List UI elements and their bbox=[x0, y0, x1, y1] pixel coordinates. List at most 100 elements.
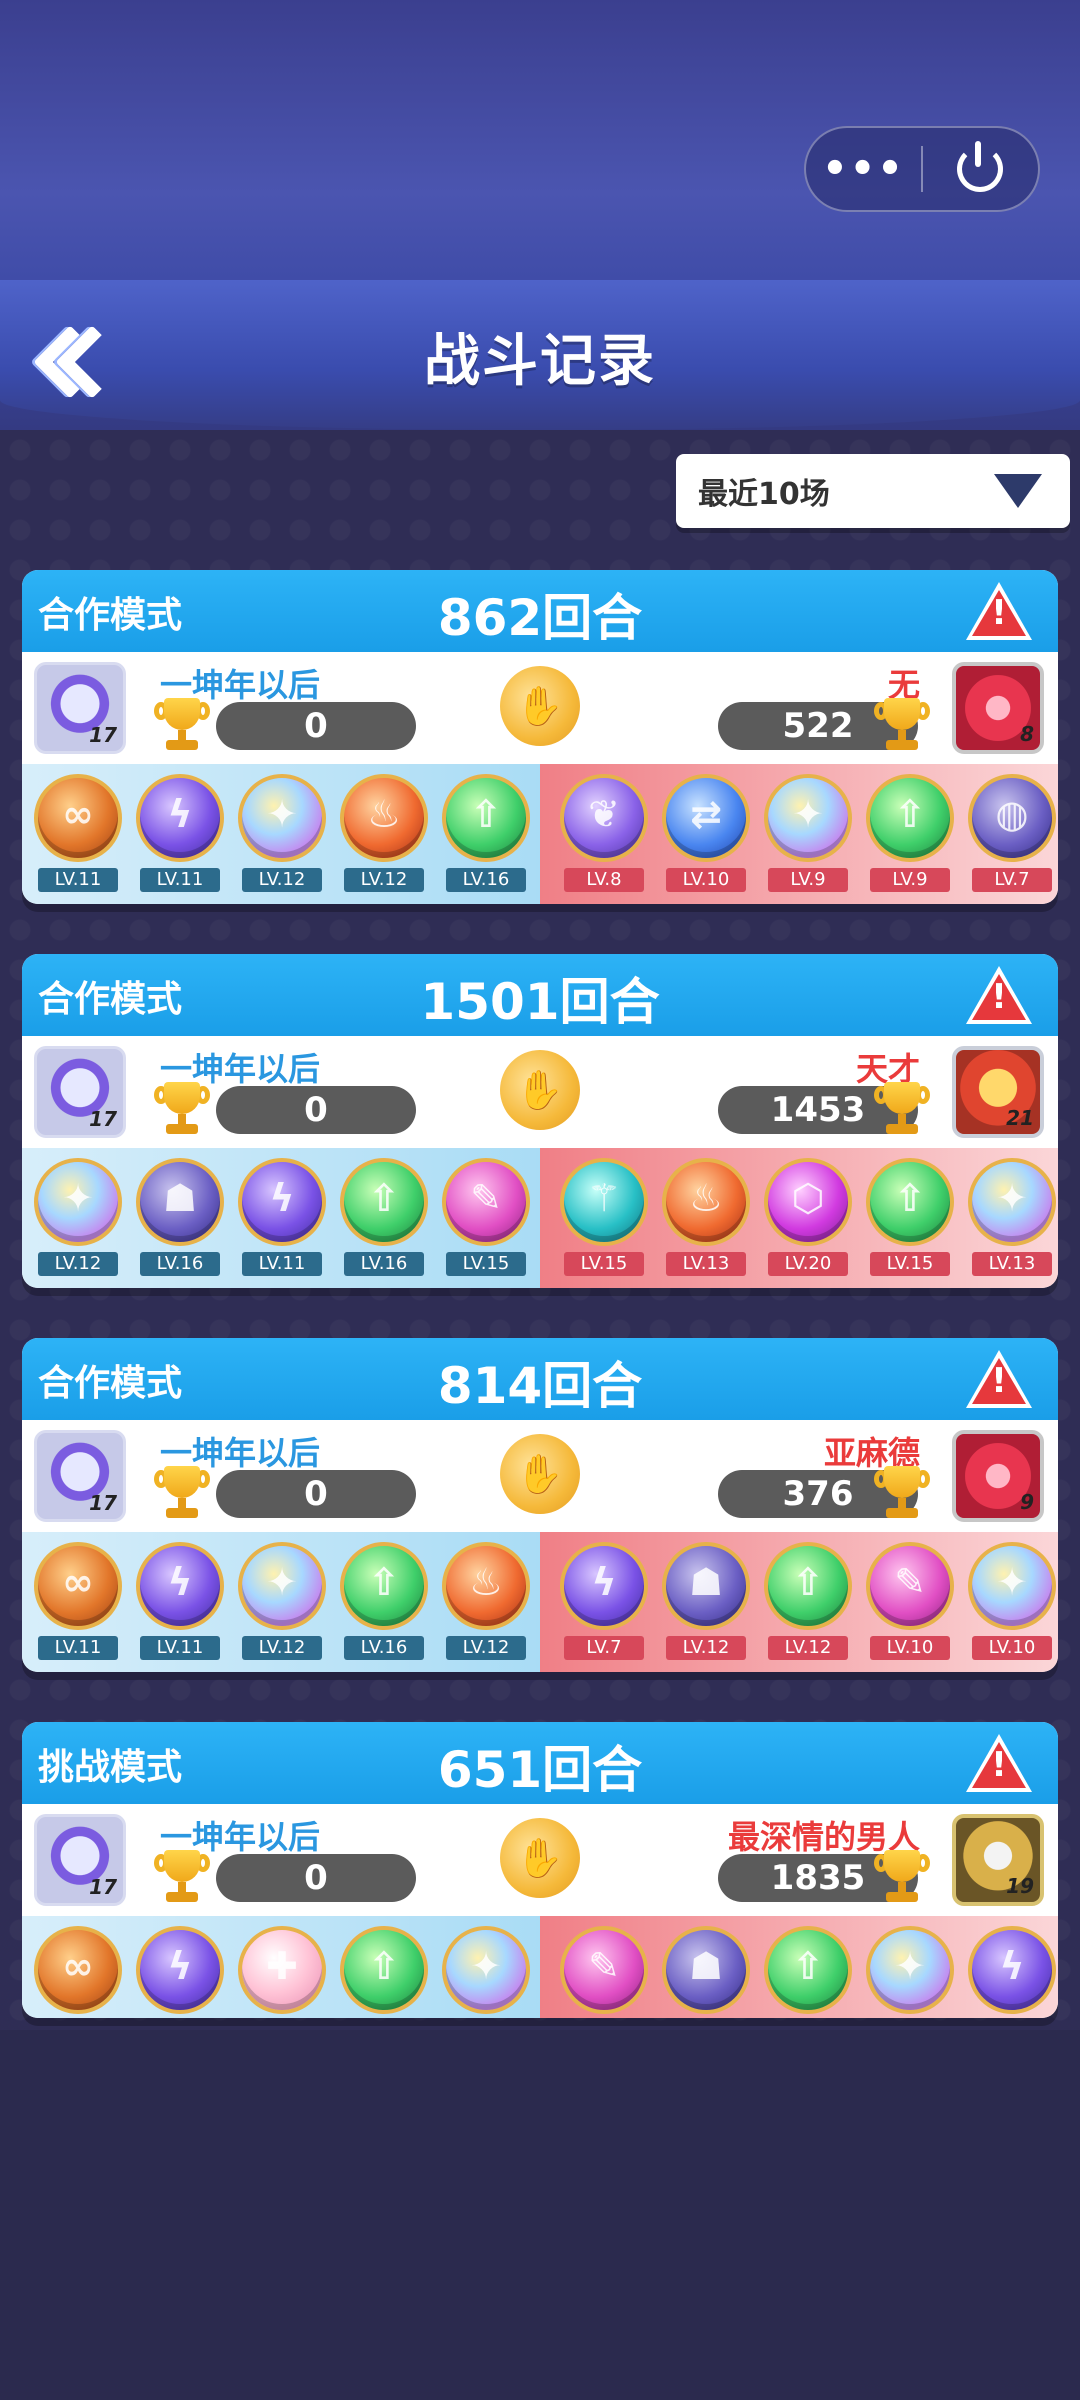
opponent-avatar[interactable]: 8 bbox=[952, 662, 1044, 754]
opponent-team: ⚚ LV.15 ♨ LV.13 ⬡ LV.20 ⇧ LV.15 ✦ LV.13 bbox=[540, 1148, 1058, 1288]
pet-icon[interactable]: ϟ bbox=[136, 774, 224, 862]
pet-icon[interactable]: ✦ bbox=[764, 774, 852, 862]
player-trophy-score: 0 bbox=[216, 1086, 416, 1134]
pet-icon[interactable]: ♨ bbox=[442, 1542, 530, 1630]
pet-icon[interactable]: ϟ bbox=[238, 1158, 326, 1246]
opponent-avatar[interactable]: 21 bbox=[952, 1046, 1044, 1138]
trophy-icon bbox=[152, 1082, 212, 1138]
pet-icon[interactable]: ✎ bbox=[866, 1542, 954, 1630]
pet-icon[interactable]: ⬡ bbox=[764, 1158, 852, 1246]
pet-icon[interactable]: ✎ bbox=[442, 1158, 530, 1246]
pet-icon[interactable]: ✎ bbox=[560, 1926, 648, 2014]
report-button[interactable]: ! bbox=[966, 966, 1032, 1026]
pet-icon[interactable]: ∞ bbox=[34, 1926, 122, 2014]
pet-icon[interactable]: ♨ bbox=[662, 1158, 750, 1246]
pet-icon[interactable]: ❦ bbox=[560, 774, 648, 862]
report-button[interactable]: ! bbox=[966, 1350, 1032, 1410]
report-button[interactable]: ! bbox=[966, 582, 1032, 642]
pet-icon[interactable]: ϟ bbox=[560, 1542, 648, 1630]
pet-icon[interactable]: ⇧ bbox=[866, 774, 954, 862]
pet-icon[interactable]: ✦ bbox=[238, 1542, 326, 1630]
pet-icon[interactable]: ⇧ bbox=[340, 1926, 428, 2014]
pet-glyph: ✦ bbox=[894, 1944, 926, 1988]
pet-icon[interactable]: ◍ bbox=[968, 774, 1056, 862]
pet-level: LV.9 bbox=[768, 868, 848, 892]
handshake-icon: ✋ bbox=[500, 1050, 580, 1130]
pet-icon[interactable]: ⇧ bbox=[866, 1158, 954, 1246]
pet-icon[interactable]: ⇧ bbox=[764, 1926, 852, 2014]
trophy-icon bbox=[872, 1466, 932, 1522]
opponent-avatar[interactable]: 9 bbox=[952, 1430, 1044, 1522]
pet-icon[interactable]: ⇧ bbox=[340, 1542, 428, 1630]
range-dropdown[interactable]: 最近10场 bbox=[676, 454, 1070, 528]
battle-record-card[interactable]: 挑战模式 651回合! 17 一坤年以后 0 ✋ 最深情的男人 1835 19 ∞ ϟ ✚ ⇧ ✦ ✎ ☗ ⇧ ✦… bbox=[22, 1722, 1058, 2018]
pet-icon[interactable]: ✦ bbox=[968, 1542, 1056, 1630]
pet-icon[interactable]: ∞ bbox=[34, 774, 122, 862]
trophy-icon bbox=[872, 698, 932, 754]
round-count: 814回合 bbox=[437, 1357, 643, 1415]
pet-glyph: ✎ bbox=[588, 1944, 620, 1988]
pet-icon[interactable]: ✦ bbox=[968, 1158, 1056, 1246]
pet-level: LV.12 bbox=[446, 1636, 526, 1660]
pet-level: LV.12 bbox=[344, 868, 424, 892]
player-team: ∞ LV.11 ϟ LV.11 ✦ LV.12 ♨ LV.12 ⇧ LV.16 bbox=[22, 764, 540, 904]
battle-record-card[interactable]: 合作模式 1501回合! 17 一坤年以后 0 ✋ 天才 1453 21 ✦ LV.12 ☗ LV.16… bbox=[22, 954, 1058, 1288]
bottom-background bbox=[0, 2030, 1080, 2400]
pet-glyph: ☗ bbox=[688, 1944, 724, 1988]
opponent-avatar[interactable]: 19 bbox=[952, 1814, 1044, 1906]
pet-icon[interactable]: ⇧ bbox=[340, 1158, 428, 1246]
pet-level: LV.11 bbox=[242, 1252, 322, 1276]
pet-glyph: ✦ bbox=[470, 1944, 502, 1988]
pet-icon[interactable]: ♨ bbox=[340, 774, 428, 862]
close-button[interactable] bbox=[923, 126, 1038, 212]
pet-glyph: ✦ bbox=[266, 792, 298, 836]
pet-icon[interactable]: ⇧ bbox=[764, 1542, 852, 1630]
pet-glyph: ϟ bbox=[167, 1560, 193, 1604]
player-avatar[interactable]: 17 bbox=[34, 1814, 126, 1906]
pet-level: LV.10 bbox=[870, 1636, 950, 1660]
pet-level: LV.15 bbox=[870, 1252, 950, 1276]
pet-icon[interactable]: ∞ bbox=[34, 1542, 122, 1630]
pet-icon[interactable]: ✦ bbox=[442, 1926, 530, 2014]
pet-icon[interactable]: ϟ bbox=[136, 1926, 224, 2014]
player-avatar[interactable]: 17 bbox=[34, 662, 126, 754]
pet-icon[interactable]: ⚚ bbox=[560, 1158, 648, 1246]
report-button[interactable]: ! bbox=[966, 1734, 1032, 1794]
teams-row: ∞ LV.11 ϟ LV.11 ✦ LV.12 ♨ LV.12 ⇧ LV.16 ❦ LV.8 ⇄ LV.1… bbox=[22, 764, 1058, 904]
pet-icon[interactable]: ✦ bbox=[238, 774, 326, 862]
pet-glyph: ⇧ bbox=[470, 792, 502, 836]
opponent-level: 19 bbox=[1006, 1874, 1034, 1898]
pet-level: LV.20 bbox=[768, 1252, 848, 1276]
pet-level: LV.10 bbox=[972, 1636, 1052, 1660]
pet-level: LV.13 bbox=[972, 1252, 1052, 1276]
pet-level: LV.7 bbox=[972, 868, 1052, 892]
pet-icon[interactable]: ϟ bbox=[968, 1926, 1056, 2014]
pet-icon[interactable]: ☗ bbox=[662, 1926, 750, 2014]
pet-level: LV.12 bbox=[666, 1636, 746, 1660]
battle-record-card[interactable]: 合作模式 814回合! 17 一坤年以后 0 ✋ 亚麻德 376 9 ∞ LV.11 ϟ LV.11 ✦ L… bbox=[22, 1338, 1058, 1672]
pet-icon[interactable]: ✦ bbox=[866, 1926, 954, 2014]
pet-glyph: ✦ bbox=[996, 1560, 1028, 1604]
pet-icon[interactable]: ☗ bbox=[136, 1158, 224, 1246]
player-avatar[interactable]: 17 bbox=[34, 1430, 126, 1522]
card-header: 合作模式 1501回合! bbox=[22, 954, 1058, 1036]
more-button[interactable]: ••• bbox=[806, 126, 921, 212]
pet-glyph: ⚚ bbox=[586, 1176, 622, 1220]
pet-icon[interactable]: ⇄ bbox=[662, 774, 750, 862]
pet-icon[interactable]: ⇧ bbox=[442, 774, 530, 862]
teams-row: ✦ LV.12 ☗ LV.16 ϟ LV.11 ⇧ LV.16 ✎ LV.15 ⚚ LV.15 ♨ LV.… bbox=[22, 1148, 1058, 1288]
battle-record-card[interactable]: 合作模式 862回合! 17 一坤年以后 0 ✋ 无 522 8 ∞ LV.11 ϟ LV.11 ✦ LV.… bbox=[22, 570, 1058, 904]
pet-level: LV.15 bbox=[446, 1252, 526, 1276]
pet-icon[interactable]: ✚ bbox=[238, 1926, 326, 2014]
pet-icon[interactable]: ϟ bbox=[136, 1542, 224, 1630]
pet-level: LV.16 bbox=[344, 1636, 424, 1660]
pet-level: LV.11 bbox=[38, 1636, 118, 1660]
pet-glyph: ⇧ bbox=[368, 1944, 400, 1988]
handshake-icon: ✋ bbox=[500, 1818, 580, 1898]
pet-icon[interactable]: ☗ bbox=[662, 1542, 750, 1630]
pet-icon[interactable]: ✦ bbox=[34, 1158, 122, 1246]
players-row: 17 一坤年以后 0 ✋ 亚麻德 376 9 bbox=[22, 1420, 1058, 1532]
player-avatar[interactable]: 17 bbox=[34, 1046, 126, 1138]
opponent-team: ✎ ☗ ⇧ ✦ ϟ bbox=[540, 1916, 1058, 2018]
page-title: 战斗记录 bbox=[424, 329, 656, 394]
